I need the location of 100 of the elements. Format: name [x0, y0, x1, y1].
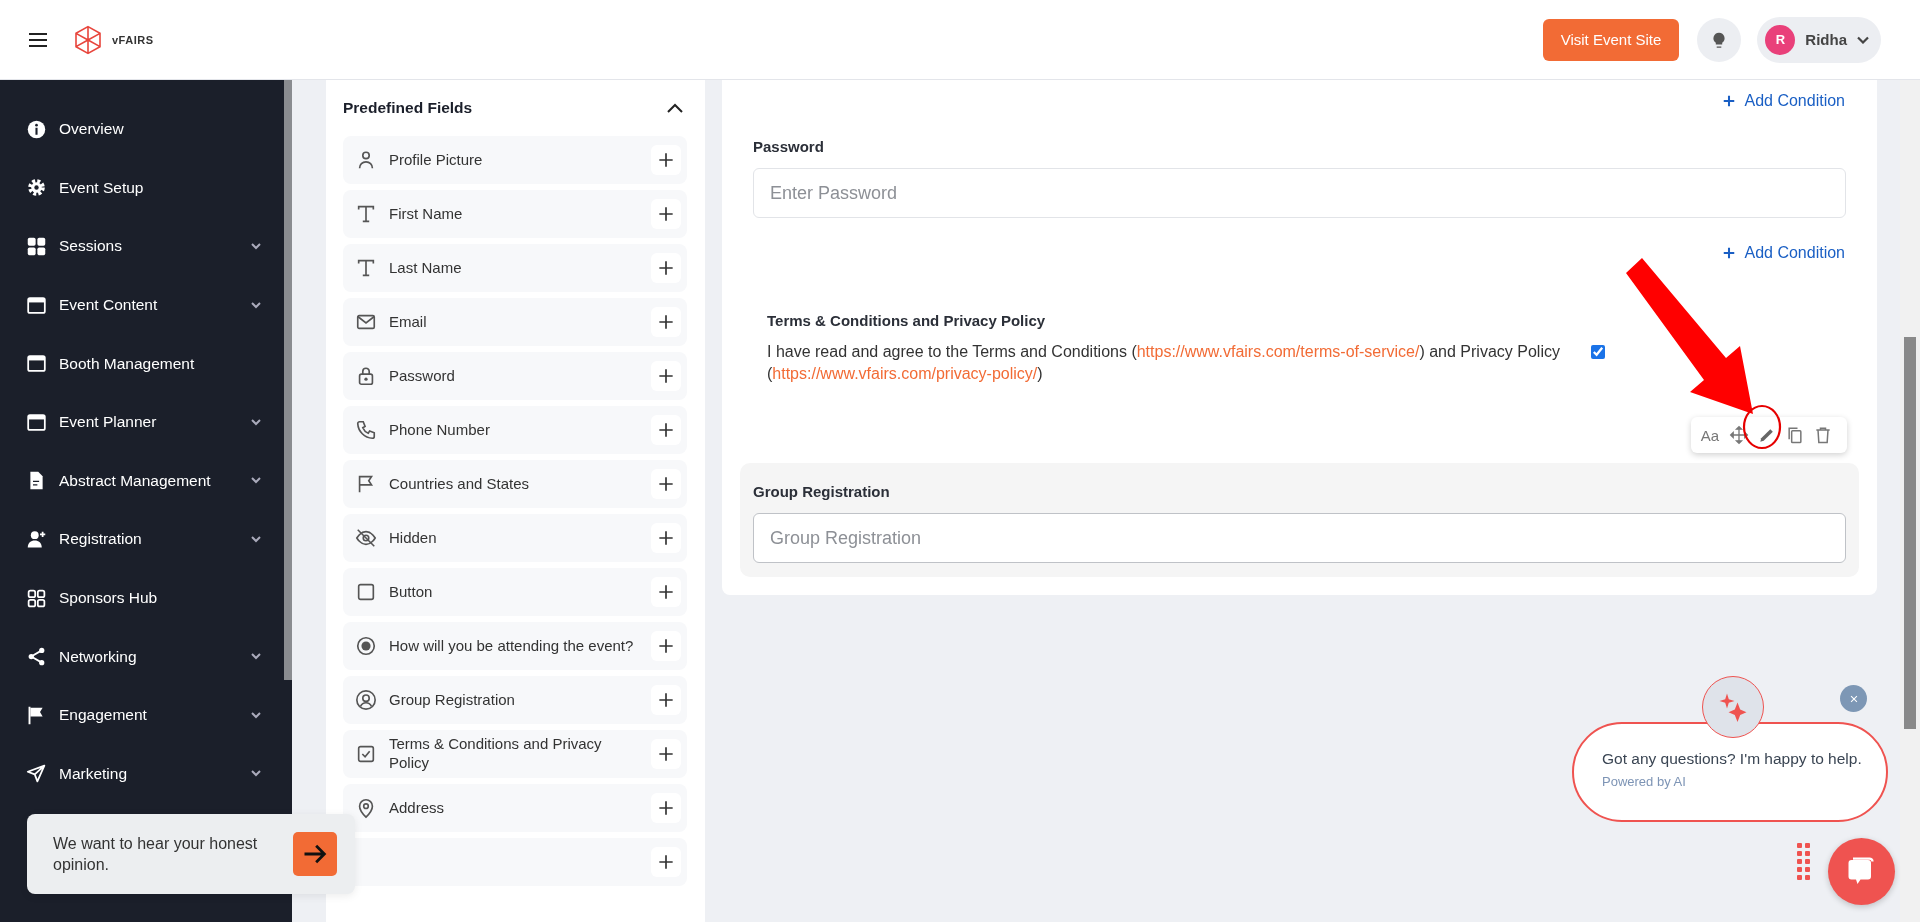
- scrollbar-thumb[interactable]: [1904, 337, 1916, 729]
- highlight-circle: [1742, 404, 1782, 450]
- field-item[interactable]: Last Name: [343, 244, 687, 292]
- nav-item[interactable]: Event Planner: [0, 392, 284, 452]
- powered-by-text: Powered by AI: [1602, 774, 1687, 789]
- panel-title: Predefined Fields: [343, 99, 473, 117]
- add-field-button[interactable]: [651, 631, 681, 661]
- plus-icon: [656, 204, 676, 224]
- nav-item[interactable]: Networking: [0, 627, 284, 686]
- cube-logo-icon: [72, 23, 104, 56]
- field-item[interactable]: Countries and States: [343, 460, 687, 508]
- field-item[interactable]: Button: [343, 568, 687, 616]
- field-item[interactable]: Password: [343, 352, 687, 400]
- field-label: Terms & Conditions and Privacy Policy: [767, 312, 1047, 329]
- add-field-button[interactable]: [651, 739, 681, 769]
- field-label: Password: [753, 138, 825, 155]
- text-type-icon: [355, 257, 377, 279]
- field-item[interactable]: Address: [343, 784, 687, 832]
- move-icon[interactable]: [1729, 425, 1749, 445]
- field-item[interactable]: First Name: [343, 190, 687, 238]
- add-field-button[interactable]: [651, 847, 681, 877]
- trash-icon[interactable]: [1813, 425, 1833, 445]
- plus-icon: [656, 420, 676, 440]
- add-field-button[interactable]: [651, 253, 681, 283]
- add-field-button[interactable]: [651, 307, 681, 337]
- user-plus-icon: [26, 528, 47, 550]
- text-field[interactable]: Enter Password: [753, 168, 1846, 218]
- field-label: Group Registration: [753, 483, 891, 500]
- field-item[interactable]: How will you be attending the event?: [343, 622, 687, 670]
- chat-bubble[interactable]: Got any questions? I'm happy to help. Powered by AI: [1572, 722, 1888, 822]
- field-item[interactable]: Phone Number: [343, 406, 687, 454]
- selected-field-section[interactable]: Group Registration Group Registration: [740, 463, 1859, 577]
- grid-outline-icon: [26, 587, 47, 609]
- plus-icon: [656, 528, 676, 548]
- field-section[interactable]: Password Enter Password: [740, 118, 1859, 232]
- field-item[interactable]: Hidden: [343, 514, 687, 562]
- field-item[interactable]: Email: [343, 298, 687, 346]
- field-item[interactable]: Group Registration: [343, 676, 687, 724]
- checkbox-icon: [355, 743, 377, 765]
- close-button[interactable]: [1840, 685, 1867, 712]
- plus-icon: [656, 798, 676, 818]
- nav-item[interactable]: Booth Management: [0, 334, 284, 393]
- phone-icon: [355, 419, 377, 441]
- nav-item[interactable]: Event Setup: [0, 158, 284, 218]
- add-field-button[interactable]: [651, 361, 681, 391]
- add-field-button[interactable]: [651, 469, 681, 499]
- share-icon: [26, 646, 47, 668]
- add-field-button[interactable]: [651, 199, 681, 229]
- add-field-button[interactable]: [651, 577, 681, 607]
- feedback-go-button[interactable]: [293, 832, 337, 876]
- plus-icon: [656, 744, 676, 764]
- user-avatar: R: [1765, 24, 1796, 55]
- add-field-button[interactable]: [651, 793, 681, 823]
- nav-item[interactable]: Abstract Management: [0, 451, 284, 511]
- feedback-message: We want to hear your honest opinion.: [53, 834, 259, 875]
- text-type-icon: [355, 203, 377, 225]
- plus-icon: [656, 258, 676, 278]
- plus-icon: [656, 474, 676, 494]
- copy-icon[interactable]: [1785, 425, 1805, 445]
- chevron-down-icon: [1857, 35, 1869, 44]
- add-condition-link[interactable]: Add Condition: [1722, 232, 1845, 270]
- add-field-button[interactable]: [651, 145, 681, 175]
- plus-icon: [656, 312, 676, 332]
- field-item[interactable]: Profile Picture: [343, 136, 687, 184]
- add-field-button[interactable]: [651, 523, 681, 553]
- checkbox[interactable]: [1591, 345, 1605, 359]
- plus-icon: [656, 582, 676, 602]
- nav-item[interactable]: Event Content: [0, 275, 284, 335]
- add-field-button[interactable]: [651, 685, 681, 715]
- add-field-button[interactable]: [651, 415, 681, 445]
- info-icon: [26, 118, 47, 140]
- square-icon: [355, 581, 377, 603]
- add-condition-link[interactable]: Add Condition: [1722, 80, 1845, 118]
- scrollbar-thumb[interactable]: [284, 80, 292, 680]
- user-circle-icon: [355, 689, 377, 711]
- font-style-button[interactable]: Aa: [1698, 426, 1721, 444]
- paper-plane-icon: [26, 763, 47, 785]
- plus-icon: [656, 852, 676, 872]
- grid-icon: [26, 236, 47, 257]
- plus-icon: [656, 366, 676, 386]
- nav-item[interactable]: Sponsors Hub: [0, 568, 284, 628]
- radio-icon: [355, 635, 377, 657]
- eye-off-icon: [355, 527, 377, 549]
- nav-item[interactable]: Overview: [0, 100, 284, 159]
- chat-button[interactable]: [1828, 838, 1895, 905]
- user-menu[interactable]: R Ridha: [1757, 16, 1881, 63]
- logo-text: vFAIRS: [112, 33, 154, 46]
- nav-item[interactable]: Marketing: [0, 744, 284, 804]
- nav-item[interactable]: Engagement: [0, 685, 284, 745]
- plus-icon: [1722, 246, 1737, 260]
- chat-message: Got any questions? I'm happy to help.: [1602, 750, 1863, 768]
- nav-item[interactable]: Sessions: [0, 217, 284, 276]
- text-field[interactable]: Group Registration: [753, 513, 1846, 563]
- field-item[interactable]: Terms & Conditions and Privacy Policy: [343, 730, 687, 778]
- drag-handle-icon[interactable]: [1797, 843, 1811, 881]
- nav-item[interactable]: Registration: [0, 510, 284, 569]
- user-name: Ridha: [1805, 31, 1847, 48]
- plus-icon: [656, 150, 676, 170]
- plus-icon: [656, 636, 676, 656]
- plus-icon: [656, 690, 676, 710]
